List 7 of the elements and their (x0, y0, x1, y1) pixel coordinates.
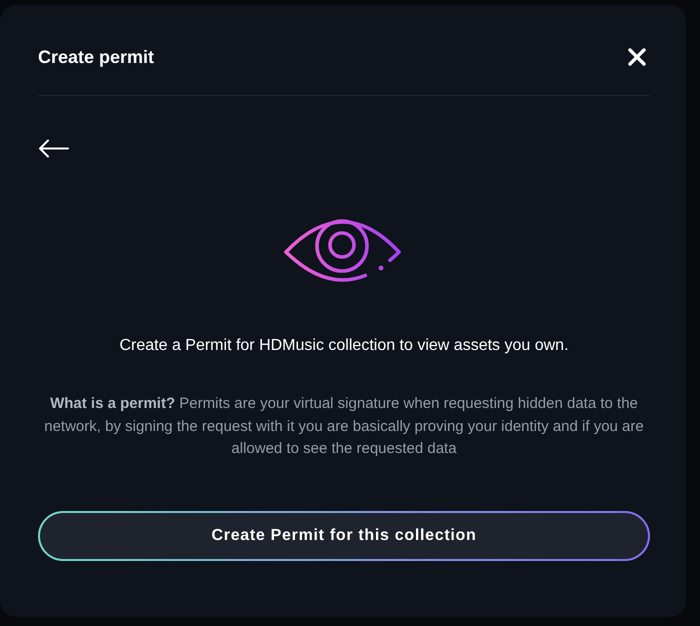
create-permit-button[interactable]: Create Permit for this collection (38, 510, 650, 560)
dialog-title: Create permit (38, 46, 154, 69)
eye-icon (283, 217, 403, 283)
permit-headline: Create a Permit for HDMusic collection to view assets you own. (118, 336, 570, 356)
close-icon[interactable] (628, 48, 646, 66)
back-arrow-icon[interactable] (38, 139, 69, 158)
permit-description: What is a permit? Permits are your virtual signature when requesting hidden data to the network, by signing the request with it you are basically proving your identity and if you are allowed to see the requested data (43, 394, 645, 459)
